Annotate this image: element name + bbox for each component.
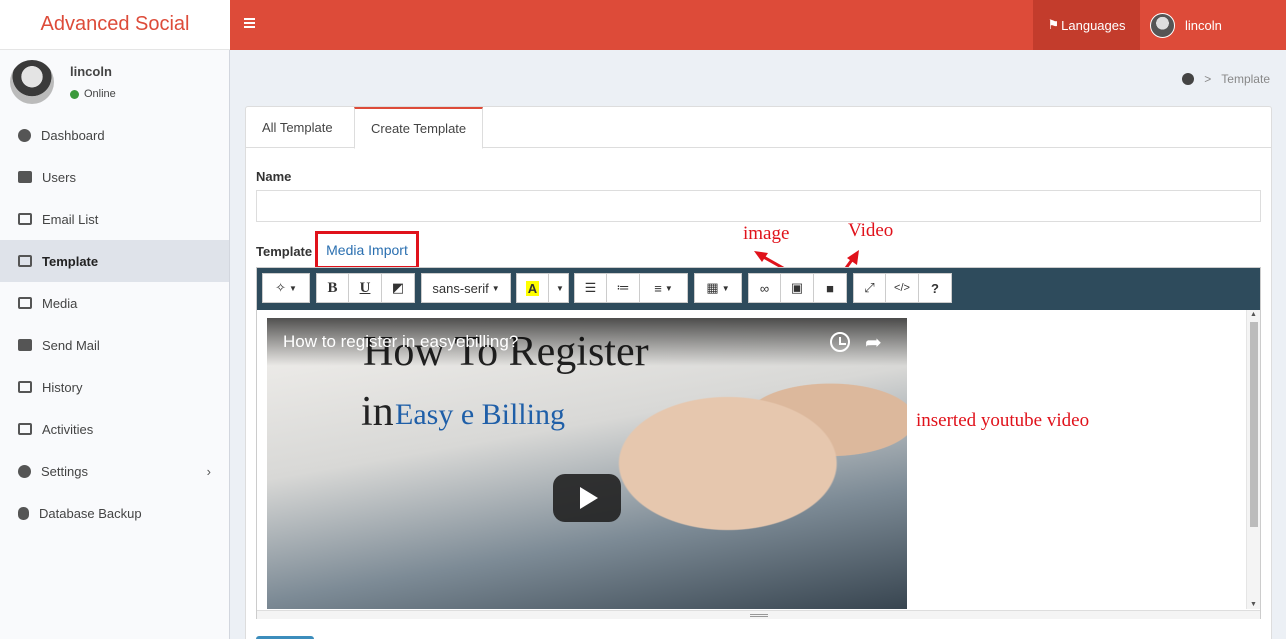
font-family-value: sans-serif xyxy=(432,280,489,296)
code-view-button[interactable]: </> xyxy=(886,273,919,303)
app-logo[interactable]: Advanced Social xyxy=(0,0,230,50)
editor-content[interactable]: How To Register in Easy e Billing How to… xyxy=(257,310,1260,619)
name-field[interactable] xyxy=(256,190,1261,222)
user-status: Online xyxy=(70,88,116,100)
color-swatch-label: A xyxy=(525,280,540,296)
table-icon[interactable]: ▦ ▼ xyxy=(694,273,742,303)
sidebar: lincoln Online Dashboard Users Email Lis… xyxy=(0,50,230,639)
scroll-up-icon[interactable]: ▲ xyxy=(1250,311,1257,318)
breadcrumb-current: Template xyxy=(1221,72,1270,86)
dashboard-icon[interactable] xyxy=(1182,73,1195,85)
avatar xyxy=(1150,12,1175,38)
help-button[interactable]: ? xyxy=(919,273,952,303)
breadcrumb-separator: > xyxy=(1204,72,1212,86)
link-icon[interactable]: ∞ xyxy=(748,273,781,303)
sidebar-toggle-icon[interactable] xyxy=(244,15,256,31)
sidebar-item-label: Send Mail xyxy=(42,337,100,353)
sidebar-item-label: Database Backup xyxy=(39,505,142,521)
image-icon xyxy=(18,297,32,309)
watch-later-icon[interactable] xyxy=(830,332,850,352)
fullscreen-icon[interactable]: ⤢ xyxy=(853,273,886,303)
flag-icon: ⚑ xyxy=(1047,17,1060,32)
template-box: All Template Create Template Name Templa… xyxy=(245,106,1272,639)
dashboard-icon xyxy=(18,128,31,142)
unordered-list-icon[interactable]: ☰ xyxy=(574,273,607,303)
share-icon[interactable]: ➦ xyxy=(865,330,882,355)
user-avatar xyxy=(10,60,54,104)
template-icon xyxy=(18,255,32,267)
video-logo-text: Easy e Billing xyxy=(395,398,565,431)
color-dropdown-caret[interactable]: ▼ xyxy=(549,273,569,303)
sidebar-item-activities[interactable]: Activities xyxy=(0,408,229,450)
grip-icon xyxy=(749,613,768,617)
gears-icon xyxy=(18,464,31,478)
name-label: Name xyxy=(256,169,292,184)
magic-wand-icon[interactable]: ✧ ▼ xyxy=(262,273,310,303)
sidebar-item-users[interactable]: Users xyxy=(0,156,229,198)
text-color-button[interactable]: A xyxy=(516,273,549,303)
editor-scrollbar[interactable]: ▲ ▼ xyxy=(1246,310,1260,609)
media-import-link[interactable]: Media Import xyxy=(315,231,419,269)
languages-menu[interactable]: ⚑ Languages xyxy=(1033,0,1140,50)
user-panel-name: lincoln xyxy=(70,64,112,79)
sidebar-item-label: Dashboard xyxy=(41,127,105,143)
user-menu-name: lincoln xyxy=(1185,17,1222,33)
sidebar-item-label: Settings xyxy=(41,463,88,479)
sidebar-item-label: Users xyxy=(42,169,76,185)
sidebar-item-dashboard[interactable]: Dashboard xyxy=(0,114,229,156)
chevron-right-icon: › xyxy=(206,463,211,479)
eraser-icon[interactable]: ◩ xyxy=(382,273,415,303)
sidebar-item-label: Media xyxy=(42,295,78,311)
underline-button[interactable]: U xyxy=(349,273,382,303)
envelope-icon xyxy=(18,339,32,351)
sidebar-item-settings[interactable]: Settings › xyxy=(0,450,229,492)
top-navbar: ⚑ Languages lincoln xyxy=(230,0,1286,50)
breadcrumb: > Template xyxy=(1182,72,1270,86)
activities-icon xyxy=(18,423,32,435)
languages-label: Languages xyxy=(1061,17,1126,33)
tab-create-template[interactable]: Create Template xyxy=(354,107,484,149)
sidebar-item-history[interactable]: History xyxy=(0,366,229,408)
user-status-label: Online xyxy=(84,88,116,100)
scrollbar-thumb[interactable] xyxy=(1250,322,1258,527)
user-menu[interactable]: lincoln xyxy=(1150,0,1222,50)
online-dot-icon xyxy=(70,89,79,99)
sidebar-item-database-backup[interactable]: Database Backup xyxy=(0,492,229,534)
inserted-note: inserted youtube video xyxy=(916,410,1090,431)
video-title[interactable]: How to register in easyebilling? xyxy=(283,332,518,352)
tab-bar: All Template Create Template xyxy=(246,107,1271,149)
sidebar-item-email-list[interactable]: Email List xyxy=(0,198,229,240)
editor-resize-handle[interactable] xyxy=(257,610,1260,619)
editor-toolbar: ✧ ▼ B U ◩ sans-serif ▼ A ▼ ☰ ≔ ≡ ▼ ▦ ▼ ∞… xyxy=(257,268,1260,310)
template-label: Template xyxy=(256,244,313,259)
bold-button[interactable]: B xyxy=(316,273,349,303)
video-in-text: in xyxy=(361,389,394,435)
user-panel: lincoln Online xyxy=(0,50,229,114)
picture-icon[interactable]: ▣ xyxy=(781,273,814,303)
sidebar-item-template[interactable]: Template xyxy=(0,240,229,282)
list-icon xyxy=(18,213,32,225)
ordered-list-icon[interactable]: ≔ xyxy=(607,273,640,303)
scroll-down-icon[interactable]: ▼ xyxy=(1250,601,1257,608)
sidebar-item-label: Activities xyxy=(42,421,94,437)
play-button[interactable] xyxy=(553,474,621,522)
youtube-video[interactable]: How To Register in Easy e Billing How to… xyxy=(267,318,907,609)
sidebar-item-label: Email List xyxy=(42,211,99,227)
tab-all-template[interactable]: All Template xyxy=(246,107,349,148)
database-icon xyxy=(18,506,29,520)
sidebar-item-label: Template xyxy=(42,253,99,269)
font-family-dropdown[interactable]: sans-serif ▼ xyxy=(421,273,511,303)
sidebar-item-label: History xyxy=(42,379,83,395)
users-icon xyxy=(18,171,32,183)
video-icon[interactable]: ■ xyxy=(814,273,847,303)
sidebar-item-send-mail[interactable]: Send Mail xyxy=(0,324,229,366)
history-icon xyxy=(18,381,32,393)
rich-text-editor: ✧ ▼ B U ◩ sans-serif ▼ A ▼ ☰ ≔ ≡ ▼ ▦ ▼ ∞… xyxy=(256,267,1261,619)
sidebar-item-media[interactable]: Media xyxy=(0,282,229,324)
paragraph-align-icon[interactable]: ≡ ▼ xyxy=(640,273,688,303)
